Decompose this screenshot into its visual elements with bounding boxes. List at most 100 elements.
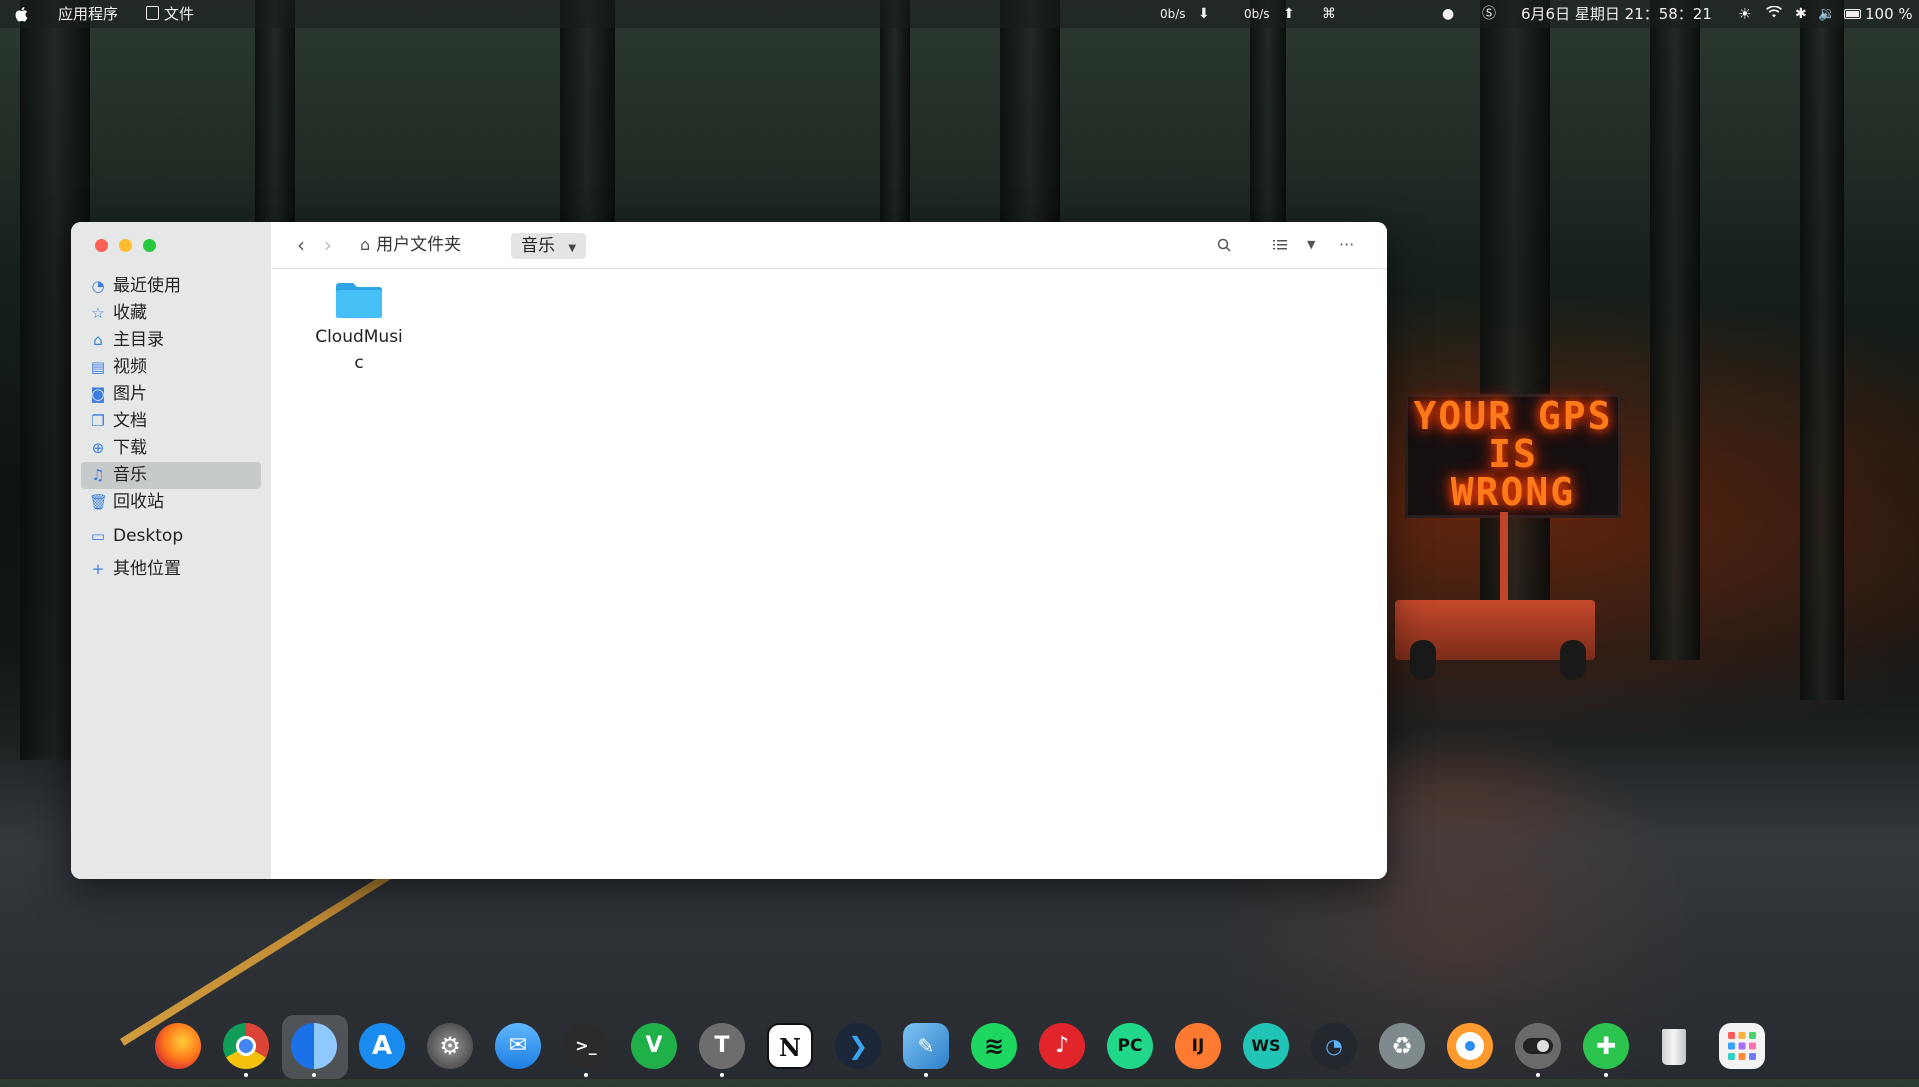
notion-icon[interactable]: N bbox=[767, 1023, 813, 1069]
sidebar-item-pictures[interactable]: ◙ 图片 bbox=[81, 381, 261, 408]
sidebar-item-downloads[interactable]: ⊕ 下载 bbox=[81, 435, 261, 462]
spotify-icon[interactable]: ≋ bbox=[971, 1023, 1017, 1069]
folder-icon: ▭ bbox=[90, 527, 106, 545]
command-key-icon[interactable]: ⌘ bbox=[1322, 0, 1336, 28]
chevron-down-icon: ▼ bbox=[568, 243, 577, 254]
camera-icon: ◙ bbox=[90, 385, 106, 403]
launchpad-icon[interactable] bbox=[1719, 1023, 1765, 1069]
clock-icon: ◔ bbox=[91, 277, 105, 295]
file-item-name: CloudMusic bbox=[315, 327, 403, 373]
find-my-icon[interactable] bbox=[1447, 1023, 1493, 1069]
plus-icon: + bbox=[91, 560, 105, 578]
firefox-icon[interactable] bbox=[155, 1023, 201, 1069]
netease-music-icon[interactable]: ♪ bbox=[1039, 1023, 1085, 1069]
wallpaper-sign: YOUR GPS IS WRONG bbox=[1405, 394, 1621, 518]
trash-icon: 🗑 bbox=[89, 493, 109, 511]
chrome-icon[interactable] bbox=[223, 1023, 269, 1069]
sidebar-item-documents[interactable]: ❐ 文档 bbox=[81, 408, 261, 435]
sidebar-item-home[interactable]: ⌂ 主目录 bbox=[81, 327, 261, 354]
apple-logo-icon[interactable] bbox=[14, 5, 30, 23]
sidebar-item-label: 其他位置 bbox=[113, 559, 181, 579]
file-manager-window: ◔ 最近使用 ☆ 收藏 ⌂ 主目录 ▤ 视频 ◙ 图片 ❐ 文档 ⊕ 下载 ♫ bbox=[71, 222, 1387, 879]
app-store-icon[interactable]: A bbox=[359, 1023, 405, 1069]
accessibility-icon[interactable]: Ⓢ bbox=[1482, 0, 1496, 28]
more-options-button[interactable]: ··· bbox=[1339, 222, 1354, 268]
folder-icon bbox=[334, 280, 384, 320]
wifi-icon[interactable] bbox=[1766, 0, 1782, 28]
webstorm-icon[interactable]: WS bbox=[1243, 1023, 1289, 1069]
film-icon: ▤ bbox=[90, 358, 106, 376]
close-button[interactable] bbox=[95, 239, 108, 252]
star-icon: ☆ bbox=[91, 304, 105, 322]
recycle-icon[interactable]: ♻ bbox=[1379, 1023, 1425, 1069]
battery-status[interactable]: 100 % bbox=[1844, 0, 1913, 28]
sign-line-1: YOUR GPS bbox=[1413, 394, 1613, 438]
battery-icon bbox=[1844, 9, 1861, 19]
bluetooth-icon[interactable]: ✱ bbox=[1795, 0, 1807, 28]
main-content: ‹ › ⌂ 用户文件夹 音乐 ▼ ▼ ··· CloudMusic bbox=[271, 222, 1387, 879]
pycharm-icon[interactable]: PC bbox=[1107, 1023, 1153, 1069]
sidebar-item-music[interactable]: ♫ 音乐 bbox=[81, 462, 261, 489]
sidebar-item-desktop[interactable]: ▭ Desktop bbox=[81, 523, 261, 550]
activity-monitor-icon[interactable]: ◔ bbox=[1311, 1023, 1357, 1069]
terminal-icon[interactable]: >_ bbox=[563, 1023, 609, 1069]
sign-line-3: WRONG bbox=[1450, 470, 1576, 514]
sidebar-item-trash[interactable]: 🗑 回收站 bbox=[81, 489, 261, 516]
dock-running-indicator bbox=[1604, 1073, 1608, 1077]
typora-icon[interactable]: T bbox=[699, 1023, 745, 1069]
sidebar-item-other-locations[interactable]: + 其他位置 bbox=[81, 556, 261, 583]
sublime-icon[interactable]: ✎ bbox=[903, 1023, 949, 1069]
list-view-icon bbox=[1273, 240, 1287, 250]
sidebar-item-label: 下载 bbox=[113, 438, 147, 458]
menu-file[interactable]: 文件 bbox=[146, 0, 194, 28]
system-preferences-icon[interactable]: ⚙ bbox=[427, 1023, 473, 1069]
mail-icon[interactable]: ✉ bbox=[495, 1023, 541, 1069]
dock-running-indicator bbox=[244, 1073, 248, 1077]
net-up-speed: 0b/s bbox=[1244, 7, 1270, 21]
download-icon: ⊕ bbox=[91, 439, 105, 457]
toggle-switch-icon[interactable] bbox=[1515, 1023, 1561, 1069]
net-down-speed: 0b/s bbox=[1160, 7, 1186, 21]
search-icon bbox=[1217, 238, 1231, 252]
breadcrumb-current[interactable]: 音乐 ▼ bbox=[511, 233, 587, 259]
sign-line-2: IS bbox=[1488, 432, 1538, 476]
breadcrumb-current-label: 音乐 bbox=[521, 236, 555, 256]
sidebar-item-label: Desktop bbox=[113, 526, 184, 546]
forward-button[interactable]: › bbox=[324, 222, 332, 268]
view-options-dropdown[interactable]: ▼ bbox=[1307, 222, 1315, 268]
menu-applications[interactable]: 应用程序 bbox=[58, 0, 118, 28]
finder-icon[interactable] bbox=[291, 1023, 337, 1069]
toolbar: ‹ › ⌂ 用户文件夹 音乐 ▼ ▼ ··· bbox=[271, 222, 1387, 269]
intellij-icon[interactable]: IJ bbox=[1175, 1023, 1221, 1069]
breadcrumb-home-label: 用户文件夹 bbox=[376, 235, 462, 255]
view-mode-button[interactable] bbox=[1273, 222, 1287, 268]
puzzle-icon[interactable]: ✚ bbox=[1583, 1023, 1629, 1069]
menu-file-label: 文件 bbox=[164, 5, 195, 23]
sidebar-item-videos[interactable]: ▤ 视频 bbox=[81, 354, 261, 381]
dock-running-indicator bbox=[924, 1073, 928, 1077]
datetime[interactable]: 6月6日 星期日 21：58：21 bbox=[1521, 0, 1712, 28]
sidebar-item-label: 视频 bbox=[113, 357, 147, 377]
dock: A ⚙ ✉ >_ V T N ❯ ✎ ≋ ♪ PC IJ WS ◔ ♻ ✚ bbox=[145, 1013, 1777, 1079]
status-dot-icon[interactable]: ● bbox=[1442, 0, 1454, 28]
minimize-button[interactable] bbox=[119, 239, 132, 252]
file-item[interactable]: CloudMusic bbox=[309, 280, 409, 376]
arrow-down-icon: ⬇ bbox=[1198, 6, 1210, 22]
breadcrumb-home[interactable]: ⌂ 用户文件夹 bbox=[360, 222, 461, 268]
sidebar-item-label: 回收站 bbox=[113, 492, 164, 512]
sidebar-item-label: 主目录 bbox=[113, 330, 164, 350]
home-icon: ⌂ bbox=[93, 331, 103, 349]
vscode-icon[interactable]: ❯ bbox=[835, 1023, 881, 1069]
vim-icon[interactable]: V bbox=[631, 1023, 677, 1069]
brightness-icon[interactable]: ☀ bbox=[1738, 0, 1751, 28]
maximize-button[interactable] bbox=[143, 239, 156, 252]
battery-percent: 100 % bbox=[1865, 5, 1913, 23]
sidebar-item-label: 收藏 bbox=[113, 303, 147, 323]
back-button[interactable]: ‹ bbox=[297, 222, 305, 268]
trash-icon[interactable] bbox=[1651, 1023, 1697, 1069]
dock-running-indicator bbox=[720, 1073, 724, 1077]
sidebar-item-favorites[interactable]: ☆ 收藏 bbox=[81, 300, 261, 327]
search-button[interactable] bbox=[1217, 222, 1231, 268]
sidebar-item-recent[interactable]: ◔ 最近使用 bbox=[81, 273, 261, 300]
volume-icon[interactable]: 🔉 bbox=[1818, 0, 1835, 28]
